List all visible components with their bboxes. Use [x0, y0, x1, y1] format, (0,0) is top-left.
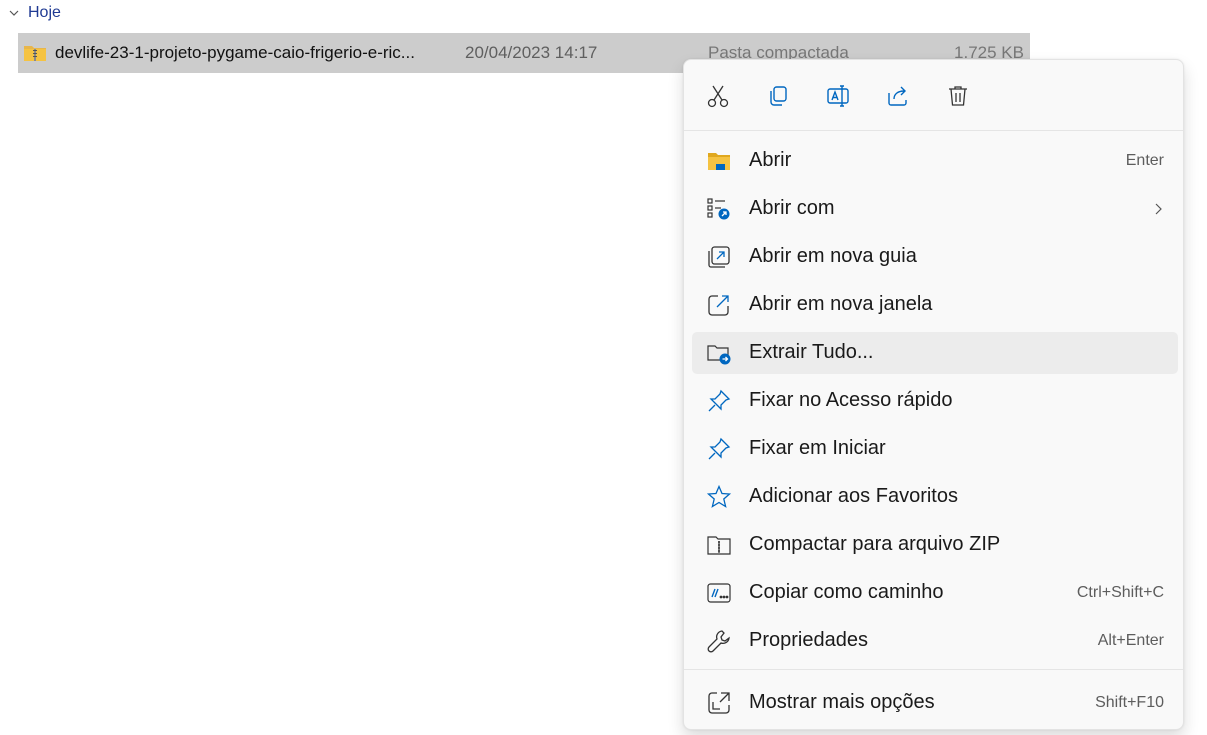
- extract-icon: [707, 345, 731, 365]
- menu-item-pin-start[interactable]: Fixar em Iniciar: [692, 428, 1178, 470]
- menu-item-open-new-tab[interactable]: Abrir em nova guia: [692, 236, 1178, 278]
- delete-icon: [949, 86, 967, 106]
- menu-item-label: Copiar como caminho: [749, 581, 944, 603]
- delete-button[interactable]: [940, 78, 976, 114]
- menu-item-label: Adicionar aos Favoritos: [749, 485, 958, 507]
- file-name: devlife-23-1-projeto-pygame-caio-frigeri…: [55, 43, 415, 62]
- menu-item-label: Mostrar mais opções: [749, 691, 935, 713]
- new-window-icon: [708, 295, 729, 316]
- chevron-right-icon: [1155, 203, 1162, 215]
- folder-open-icon: [708, 153, 730, 170]
- menu-item-label: Abrir: [749, 149, 792, 171]
- copy-icon: [770, 86, 787, 106]
- menu-item-open[interactable]: Abrir Enter: [692, 140, 1178, 182]
- menu-item-label: Propriedades: [749, 629, 868, 651]
- rename-button[interactable]: [820, 78, 856, 114]
- share-icon: [888, 86, 907, 106]
- cut-button[interactable]: [700, 78, 736, 114]
- menu-item-label: Fixar no Acesso rápido: [749, 389, 953, 411]
- menu-item-shortcut: Ctrl+Shift+C: [1076, 584, 1164, 601]
- chevron-down-icon: [9, 10, 19, 16]
- zip-folder-icon: [24, 46, 46, 61]
- menu-item-pin-quick-access[interactable]: Fixar no Acesso rápido: [692, 380, 1178, 422]
- menu-item-label: Abrir em nova guia: [749, 245, 917, 267]
- menu-item-show-more-options[interactable]: Mostrar mais opções Shift+F10: [692, 682, 1178, 724]
- rename-icon: [827, 85, 849, 107]
- menu-item-label: Compactar para arquivo ZIP: [749, 533, 1001, 555]
- open-with-icon: [707, 198, 730, 220]
- menu-divider: [684, 669, 1183, 670]
- pin-icon: [708, 389, 731, 412]
- menu-item-label: Abrir em nova janela: [749, 293, 933, 315]
- quick-actions-bar: [684, 60, 1183, 131]
- group-label: Hoje: [28, 4, 61, 21]
- menu-item-label: Fixar em Iniciar: [749, 437, 886, 459]
- menu-item-compress-zip[interactable]: Compactar para arquivo ZIP: [692, 524, 1178, 566]
- menu-item-open-with[interactable]: Abrir com: [692, 188, 1178, 230]
- wrench-icon: [707, 630, 730, 653]
- menu-item-copy-as-path[interactable]: Copiar como caminho Ctrl+Shift+C: [692, 572, 1178, 614]
- copy-button[interactable]: [760, 78, 796, 114]
- group-header[interactable]: Hoje: [8, 2, 61, 24]
- pin-start-icon: [708, 437, 731, 460]
- menu-item-properties[interactable]: Propriedades Alt+Enter: [692, 620, 1178, 662]
- menu-item-label: Extrair Tudo...: [749, 341, 874, 363]
- menu-item-shortcut: Shift+F10: [1095, 694, 1164, 711]
- file-date: 20/04/2023 14:17: [465, 43, 598, 62]
- zip-icon: [707, 536, 731, 555]
- menu-item-shortcut: Enter: [1125, 152, 1164, 169]
- menu-item-add-favorites[interactable]: Adicionar aos Favoritos: [692, 476, 1178, 518]
- new-tab-icon: [708, 246, 730, 268]
- share-button[interactable]: [880, 78, 916, 114]
- menu-item-extract-all[interactable]: Extrair Tudo...: [692, 332, 1178, 374]
- copy-path-icon: [707, 583, 731, 603]
- context-menu: Abrir Enter Abrir com Abrir em nova guia…: [683, 59, 1184, 730]
- cut-icon: [707, 85, 729, 108]
- star-icon: [706, 484, 732, 508]
- more-options-icon: [708, 692, 730, 714]
- menu-item-open-new-window[interactable]: Abrir em nova janela: [692, 284, 1178, 326]
- menu-item-label: Abrir com: [749, 197, 835, 219]
- menu-item-shortcut: Alt+Enter: [1097, 632, 1164, 649]
